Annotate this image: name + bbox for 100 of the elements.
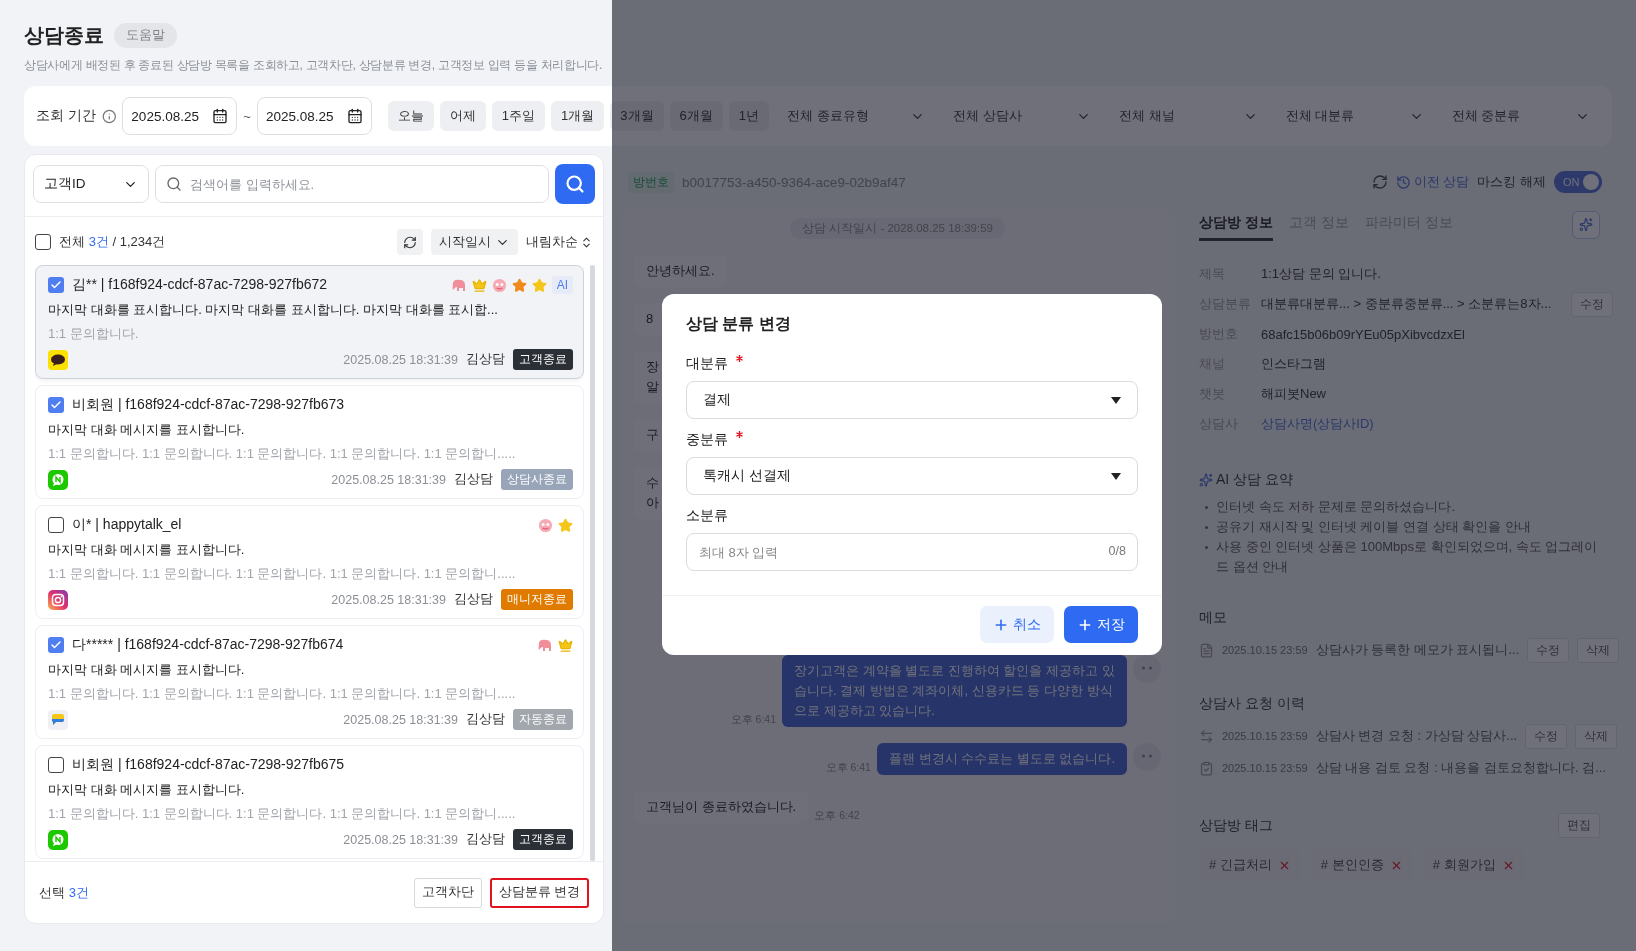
crown-icon — [471, 277, 487, 293]
refresh-icon — [403, 234, 417, 250]
chat-bubble-icon — [48, 829, 68, 850]
entry-text: 상담사가 등록한 메모가 표시됩니... — [1315, 641, 1520, 659]
masking-toggle[interactable]: ON — [1554, 171, 1602, 193]
last-message: 마지막 대화 메시지를 표시합니다. — [48, 421, 246, 439]
info-value: 인스타그램 — [1261, 355, 1326, 373]
sparkle-icon — [1579, 217, 1593, 232]
dialog-title: 상담 분류 변경 — [686, 314, 792, 334]
status-badge: 자동종료 — [513, 709, 573, 730]
save-button[interactable]: 저장 — [1064, 606, 1138, 643]
date-field[interactable]: 2025.08.25 — [256, 97, 372, 135]
checkbox[interactable] — [48, 277, 64, 293]
sparkle-icon — [1199, 473, 1213, 487]
range-button[interactable]: 3개월 — [610, 101, 664, 131]
sort-field-dropdown[interactable]: 시작일시 — [431, 229, 518, 255]
checkbox[interactable] — [48, 397, 64, 413]
inquiry-summary: 1:1 문의합니다. 1:1 문의합니다. 1:1 문의합니다. 1:1 문의합니다. 1:1 문의합니..... — [48, 685, 517, 703]
chat-bubble-icon — [48, 469, 68, 490]
item-time: 2025.08.25 18:31:39 — [343, 712, 458, 727]
filter-dropdown[interactable]: 전체 중분류 — [1441, 98, 1601, 134]
edit-tags-button[interactable]: 편집 — [1558, 813, 1600, 838]
section-title: 상담방 태그 — [1199, 816, 1273, 835]
chat-list-item[interactable]: 김** | f168f924-cdcf-87ac-7298-927fb672 AI 마지막 대화를 표시합니다. 마지막 대화를 표시합니다. 마지막 대화를 표시합... 1:1 문의합니다. 2025.08.25 18:31:39 김상담 고객종료 — [35, 265, 584, 379]
refresh-button[interactable] — [397, 229, 423, 255]
item-title: 이* | happytalk_el — [72, 516, 182, 534]
range-button[interactable]: 1년 — [728, 101, 769, 131]
help-button[interactable]: 도움말 — [114, 23, 177, 48]
checkbox[interactable] — [48, 517, 64, 533]
swap-arrows-icon — [1199, 728, 1214, 744]
speech-bubble-icon — [48, 349, 68, 370]
range-button[interactable]: 1주일 — [491, 101, 546, 131]
summary-text: 공유기 재시작 및 인터넷 케이블 연결 상태 확인을 안내 — [1216, 518, 1531, 536]
ai-sparkle-button[interactable] — [1572, 210, 1600, 239]
filter-dropdown[interactable]: 전체 대분류 — [1275, 98, 1434, 134]
refresh-icon[interactable] — [1371, 174, 1388, 190]
field-label: 대분류 — [686, 355, 728, 373]
checkbox[interactable] — [48, 757, 64, 773]
bot-avatar-icon — [1133, 743, 1161, 771]
search-field[interactable]: 검색어를 입력하세요. — [155, 165, 549, 203]
field-label: 중분류 — [686, 431, 728, 449]
filter-dropdown[interactable]: 전체 상담사 — [943, 98, 1102, 134]
search-type-dropdown[interactable]: 고객ID — [33, 165, 149, 203]
action-button[interactable]: 상담분류 변경 — [489, 877, 589, 908]
history-icon — [1395, 174, 1411, 190]
info-icon[interactable] — [101, 108, 117, 124]
agent-link[interactable]: 상담사명(상담사ID) — [1261, 415, 1374, 433]
chat-list-item[interactable]: 이* | happytalk_el 마지막 대화 메시지를 표시합니다. 1:1 문의합니다. 1:1 문의합니다. 1:1 문의합니다. 1:1 문의합니다. 1:1 문의합니..... 2025.08.25 18:31:39 김상담 매니저종료 — [35, 505, 584, 619]
item-title: 김** | f168f924-cdcf-87ac-7298-927fb672 — [72, 276, 328, 294]
chat-list-item[interactable]: 다***** | f168f924-cdcf-87ac-7298-927fb674 마지막 대화 메시지를 표시합니다. 1:1 문의합니다. 1:1 문의합니다. 1:1 문의합니다. 1:1 문의합니다. 1:1 문의합니..... 2025.08.25 18:31:39 김상담 자동종료 — [35, 625, 584, 739]
inquiry-summary: 1:1 문의합니다. 1:1 문의합니다. 1:1 문의합니다. 1:1 문의합니다. 1:1 문의합니..... — [48, 445, 517, 463]
chat-list-item[interactable]: 비회원 | f168f924-cdcf-87ac-7298-927fb675 마지막 대화 메시지를 표시합니다. 1:1 문의합니다. 1:1 문의합니다. 1:1 문의합니다. 1:1 문의합니다. 1:1 문의합니..... 2025.08.25 18:31:39 김상담 고객종료 — [35, 745, 584, 859]
previous-chat-link[interactable]: 이전 상담 — [1395, 173, 1470, 191]
filter-dropdown[interactable]: 전체 채널 — [1109, 98, 1268, 134]
section-title: 메모 — [1199, 609, 1228, 627]
category-select[interactable]: 결제 — [686, 381, 1138, 419]
entry-action-button[interactable]: 삭제 — [1577, 637, 1620, 663]
item-time: 2025.08.25 18:31:39 — [343, 832, 458, 847]
range-separator: ~ — [243, 108, 251, 124]
category-select[interactable]: 톡캐시 선결제 — [686, 457, 1138, 495]
info-value: 68afc15b06b09rYEu05pXibvcdzxEl — [1261, 326, 1465, 342]
select-all-checkbox[interactable] — [35, 234, 51, 250]
date-field[interactable]: 2025.08.25 — [122, 97, 238, 135]
bot-avatar-icon — [1133, 655, 1161, 683]
info-tab[interactable]: 상담방 정보 — [1199, 208, 1273, 241]
message-bubble: 플랜 변경시 수수료는 별도로 없습니다. — [876, 743, 1127, 775]
search-icon — [166, 176, 182, 192]
ai-tag: AI — [551, 276, 573, 294]
status-badge: 매니저종료 — [501, 589, 573, 610]
char-counter: 0/8 — [1108, 544, 1126, 558]
info-value: 해피봇New — [1261, 385, 1326, 403]
bullet-dot — [1205, 506, 1208, 509]
range-button[interactable]: 6개월 — [669, 101, 723, 131]
camera-icon — [48, 589, 68, 610]
entry-action-button[interactable]: 수정 — [1527, 637, 1570, 663]
item-time: 2025.08.25 18:31:39 — [331, 472, 446, 487]
range-button[interactable]: 오늘 — [387, 101, 434, 131]
filter-dropdown[interactable]: 전체 종료유형 — [777, 98, 936, 134]
chat-list-item[interactable]: 비회원 | f168f924-cdcf-87ac-7298-927fb673 마지막 대화 메시지를 표시합니다. 1:1 문의합니다. 1:1 문의합니다. 1:1 문의합니다. 1:1 문의합니다. 1:1 문의합니..... 2025.08.25 18:31:39 김상담 상담사종료 — [35, 385, 584, 499]
cancel-button[interactable]: 취소 — [980, 606, 1054, 643]
checkbox[interactable] — [48, 637, 64, 653]
sort-order-button[interactable]: 내림차순 — [526, 233, 593, 251]
calendar-icon — [212, 108, 229, 124]
range-button[interactable]: 어제 — [439, 101, 486, 131]
last-message: 마지막 대화 메시지를 표시합니다. — [48, 781, 246, 799]
agent-name: 김상담 — [454, 471, 493, 488]
action-button[interactable]: 고객차단 — [413, 877, 482, 908]
range-button[interactable]: 1개월 — [551, 101, 605, 131]
entry-action-button[interactable]: 수정 — [1525, 723, 1568, 749]
smiley-face-icon — [538, 517, 553, 533]
clipboard-check-icon — [1199, 760, 1214, 776]
item-title: 비회원 | f168f924-cdcf-87ac-7298-927fb675 — [72, 756, 345, 774]
info-value: 1:1상담 문의 입니다. — [1261, 265, 1381, 283]
edit-button[interactable]: 수정 — [1571, 291, 1614, 317]
entry-action-button[interactable]: 삭제 — [1575, 723, 1618, 749]
scrollbar[interactable] — [590, 265, 595, 861]
room-id-tag: 방번호 — [628, 171, 674, 193]
star-icon — [558, 517, 573, 533]
search-button[interactable] — [555, 164, 595, 204]
star-icon — [511, 277, 527, 293]
